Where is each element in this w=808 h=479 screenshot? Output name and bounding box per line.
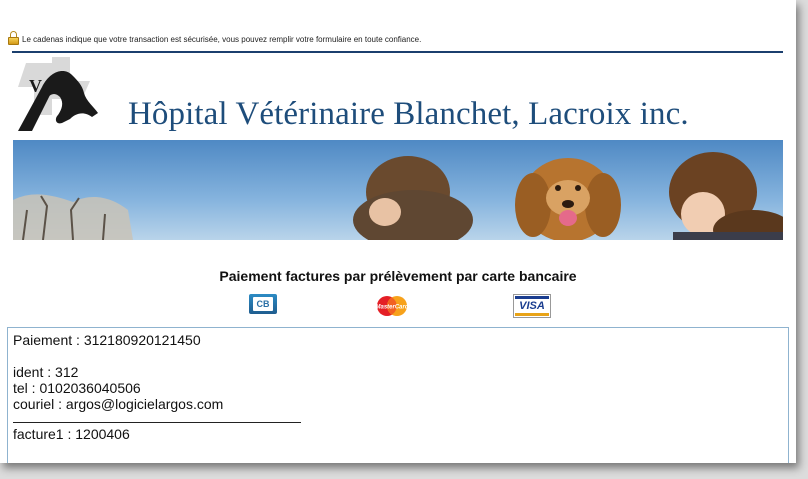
cb-card-icon: CB <box>249 294 277 314</box>
svg-text:MasterCard: MasterCard <box>375 305 408 311</box>
details-separator <box>13 422 301 423</box>
clinic-logo: V <box>18 57 98 131</box>
invoice-1-value: facture1 : 1200406 <box>13 426 130 442</box>
payment-heading: Paiement factures par prélèvement par ca… <box>219 268 577 284</box>
card-logos: CB MasterCard VISA <box>0 294 796 318</box>
banner-image <box>13 140 783 240</box>
padlock-icon <box>8 31 19 45</box>
email-value: couriel : argos@logicielargos.com <box>13 396 224 412</box>
ident-value: ident : 312 <box>13 364 79 380</box>
header-rule <box>12 51 783 53</box>
visa-icon: VISA <box>513 294 551 318</box>
security-notice: Le cadenas indique que votre transaction… <box>8 31 421 45</box>
mastercard-icon: MasterCard <box>375 296 409 316</box>
security-notice-text: Le cadenas indique que votre transaction… <box>22 35 422 44</box>
payment-reference: Paiement : 312180920121450 <box>13 332 201 348</box>
logo-letter: V <box>29 76 42 96</box>
page-frame: Le cadenas indique que votre transaction… <box>0 0 796 463</box>
clinic-name: Hôpital Vétérinaire Blanchet, Lacroix in… <box>128 96 689 132</box>
payment-details-box: Paiement : 312180920121450 ident : 312 t… <box>7 327 789 463</box>
phone-value: tel : 0102036040506 <box>13 380 141 396</box>
